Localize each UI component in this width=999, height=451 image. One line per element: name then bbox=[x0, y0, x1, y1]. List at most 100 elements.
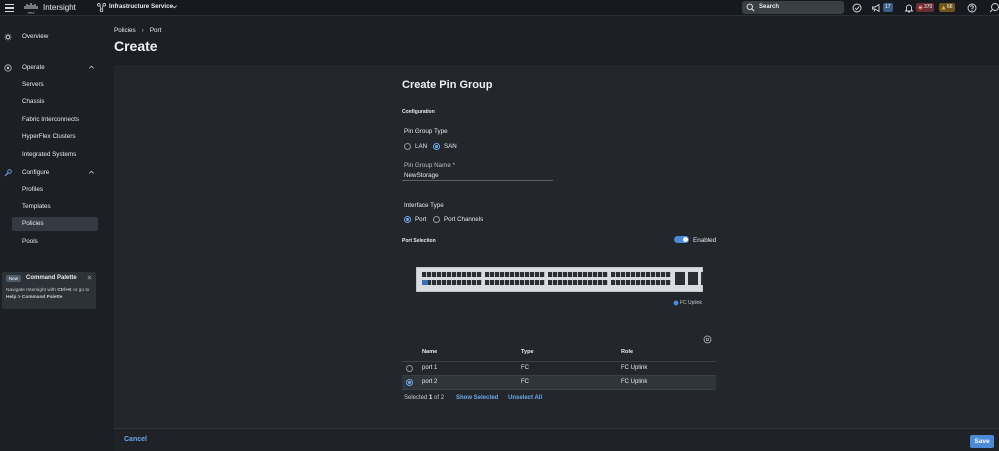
sidebar-item-pools[interactable]: Pools bbox=[0, 235, 110, 249]
radio-port-channels[interactable] bbox=[433, 216, 440, 223]
switch-port[interactable] bbox=[651, 272, 656, 277]
settings-icon[interactable] bbox=[703, 335, 712, 344]
switch-port[interactable] bbox=[568, 272, 573, 277]
switch-port[interactable] bbox=[568, 280, 573, 285]
switch-port[interactable] bbox=[598, 272, 603, 277]
chevron-down-icon[interactable] bbox=[171, 3, 178, 10]
switch-port[interactable] bbox=[495, 272, 500, 277]
switch-port[interactable] bbox=[603, 280, 608, 285]
switch-port[interactable] bbox=[510, 272, 515, 277]
switch-port[interactable] bbox=[661, 272, 666, 277]
switch-port[interactable] bbox=[563, 280, 568, 285]
switch-port[interactable] bbox=[462, 272, 467, 277]
switch-port[interactable] bbox=[442, 280, 447, 285]
menu-icon[interactable] bbox=[5, 4, 14, 12]
switch-port[interactable] bbox=[573, 280, 578, 285]
switch-port[interactable] bbox=[432, 272, 437, 277]
switch-port[interactable] bbox=[500, 272, 505, 277]
switch-port[interactable] bbox=[500, 280, 505, 285]
table-row[interactable]: port 1 FC FC Uplink bbox=[402, 361, 716, 375]
pin-group-name-input[interactable]: NewStorage bbox=[404, 172, 439, 179]
switch-port[interactable] bbox=[540, 272, 545, 277]
sidebar-item-policies[interactable]: Policies bbox=[12, 217, 98, 231]
switch-port[interactable] bbox=[477, 280, 482, 285]
sidebar-item-profiles[interactable]: Profiles bbox=[0, 183, 110, 197]
switch-port[interactable] bbox=[593, 272, 598, 277]
switch-port[interactable] bbox=[621, 272, 626, 277]
switch-port[interactable] bbox=[467, 280, 472, 285]
switch-port[interactable] bbox=[510, 280, 515, 285]
switch-port[interactable] bbox=[452, 272, 457, 277]
switch-port[interactable] bbox=[530, 280, 535, 285]
switch-port[interactable] bbox=[616, 272, 621, 277]
switch-port[interactable] bbox=[626, 272, 631, 277]
unselect-all-link[interactable]: Unselect All bbox=[508, 395, 542, 401]
switch-port[interactable] bbox=[593, 280, 598, 285]
sidebar-item-hyperflex-clusters[interactable]: HyperFlex Clusters bbox=[0, 130, 110, 144]
chevron-up-icon[interactable] bbox=[88, 169, 95, 176]
radio-port[interactable] bbox=[404, 216, 411, 223]
switch-port[interactable] bbox=[636, 280, 641, 285]
switch-port[interactable] bbox=[553, 272, 558, 277]
uplink-port[interactable] bbox=[688, 272, 698, 285]
switch-port[interactable] bbox=[548, 280, 553, 285]
sidebar-item-chassis[interactable]: Chassis bbox=[0, 95, 110, 109]
uplink-port[interactable] bbox=[701, 272, 703, 285]
switch-port[interactable] bbox=[525, 272, 530, 277]
switch-port[interactable] bbox=[505, 272, 510, 277]
switch-port[interactable] bbox=[457, 272, 462, 277]
switch-port[interactable] bbox=[442, 272, 447, 277]
switch-port[interactable] bbox=[495, 280, 500, 285]
switch-port[interactable] bbox=[525, 280, 530, 285]
switch-port[interactable] bbox=[573, 272, 578, 277]
switch-port[interactable] bbox=[558, 272, 563, 277]
switch-port[interactable] bbox=[656, 280, 661, 285]
switch-port[interactable] bbox=[563, 272, 568, 277]
switch-port[interactable] bbox=[427, 272, 432, 277]
bell-icon[interactable] bbox=[904, 3, 914, 13]
sidebar-item-servers[interactable]: Servers bbox=[0, 78, 110, 92]
switch-port[interactable] bbox=[558, 280, 563, 285]
selected-port-marker[interactable] bbox=[422, 280, 428, 285]
switch-port[interactable] bbox=[666, 280, 671, 285]
switch-port[interactable] bbox=[462, 280, 467, 285]
radio-san[interactable] bbox=[433, 143, 440, 150]
switch-port[interactable] bbox=[553, 280, 558, 285]
switch-faceplate[interactable] bbox=[416, 267, 703, 292]
sidebar-item-integrated-systems[interactable]: Integrated Systems bbox=[0, 148, 110, 162]
sidebar-item-templates[interactable]: Templates bbox=[0, 200, 110, 214]
switch-port[interactable] bbox=[515, 272, 520, 277]
switch-port[interactable] bbox=[598, 280, 603, 285]
sidebar-item-fabric-interconnects[interactable]: Fabric Interconnects bbox=[0, 113, 110, 127]
warning-alarms-badge[interactable]: 66 bbox=[939, 3, 955, 12]
sidebar-item-overview[interactable]: Overview bbox=[0, 30, 110, 44]
switch-port[interactable] bbox=[661, 280, 666, 285]
switch-port[interactable] bbox=[457, 280, 462, 285]
cancel-button[interactable]: Cancel bbox=[124, 436, 147, 443]
switch-port[interactable] bbox=[588, 280, 593, 285]
switch-port[interactable] bbox=[540, 280, 545, 285]
show-selected-link[interactable]: Show Selected bbox=[456, 395, 498, 401]
switch-port[interactable] bbox=[437, 272, 442, 277]
notifications-badge[interactable]: 17 bbox=[883, 3, 893, 12]
switch-port[interactable] bbox=[588, 272, 593, 277]
switch-port[interactable] bbox=[432, 280, 437, 285]
switch-port[interactable] bbox=[611, 280, 616, 285]
uplink-port[interactable] bbox=[675, 272, 685, 285]
switch-port[interactable] bbox=[520, 280, 525, 285]
switch-port[interactable] bbox=[520, 272, 525, 277]
row-radio[interactable] bbox=[406, 379, 413, 386]
switch-port[interactable] bbox=[646, 272, 651, 277]
switch-port[interactable] bbox=[535, 280, 540, 285]
sidebar-section-configure[interactable]: Configure bbox=[0, 166, 110, 180]
switch-port[interactable] bbox=[485, 280, 490, 285]
switch-port[interactable] bbox=[490, 280, 495, 285]
search-box[interactable]: Search bbox=[742, 1, 844, 14]
table-row[interactable]: port 2 FC FC Uplink bbox=[402, 375, 716, 389]
switch-port[interactable] bbox=[641, 272, 646, 277]
switch-port[interactable] bbox=[485, 272, 490, 277]
switch-port[interactable] bbox=[578, 280, 583, 285]
switch-port[interactable] bbox=[631, 272, 636, 277]
user-icon[interactable] bbox=[989, 3, 999, 13]
switch-port[interactable] bbox=[583, 280, 588, 285]
